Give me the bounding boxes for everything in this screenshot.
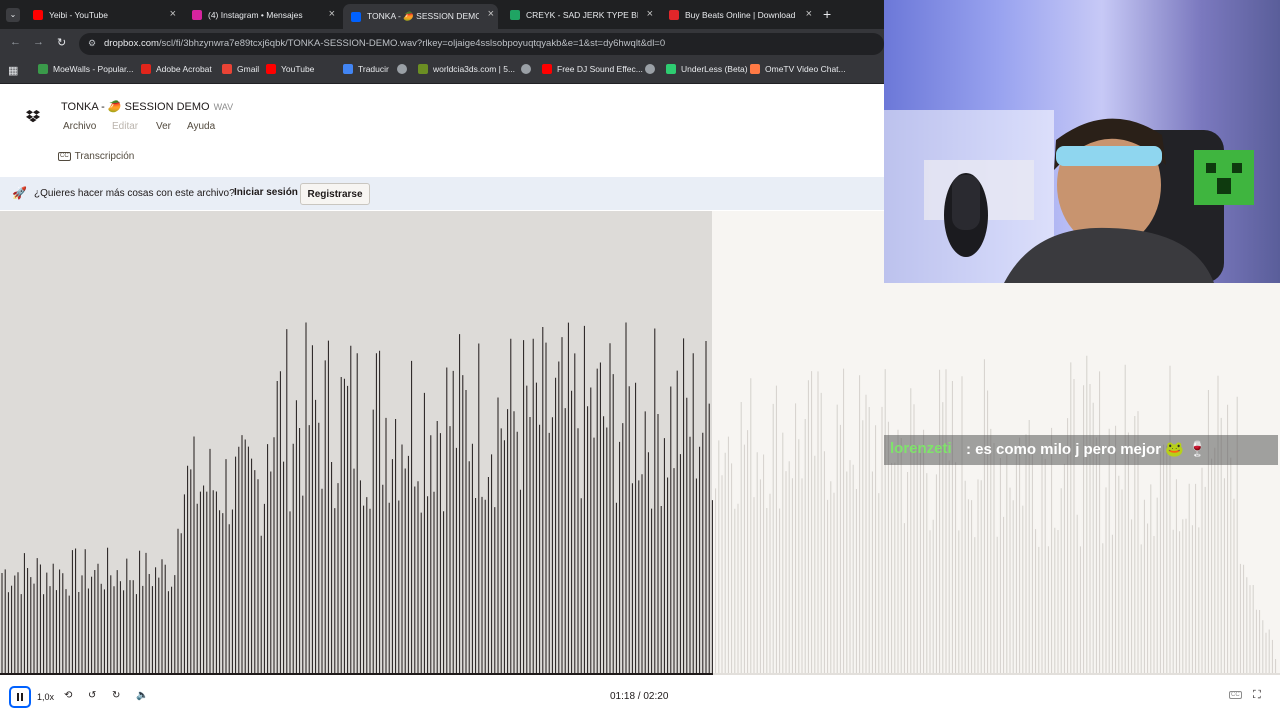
volume-icon[interactable]: 🔈 xyxy=(136,690,148,701)
browser-tab[interactable]: TONKA - 🥭 SESSION DEMO × xyxy=(343,4,498,29)
underless-icon xyxy=(666,64,676,74)
close-tab-icon[interactable]: × xyxy=(170,8,176,20)
ometv-icon xyxy=(750,64,760,74)
file-title: TONKA - 🥭 SESSION DEMO WAV xyxy=(61,101,234,113)
webcam-overlay xyxy=(884,0,1280,283)
bookmark-item[interactable]: MoeWalls - Popular... xyxy=(38,64,133,74)
forward-icon[interactable]: → xyxy=(33,36,44,48)
signin-banner: 🚀 ¿Quieres hacer más cosas con este arch… xyxy=(0,177,884,210)
rocket-icon: 🚀 xyxy=(12,186,27,200)
playback-progress-fill xyxy=(0,673,713,675)
bookmark-item[interactable]: Adobe Acrobat xyxy=(141,64,212,74)
bookmark-item[interactable]: UnderLess (Beta) xyxy=(666,64,748,74)
menu-ayuda[interactable]: Ayuda xyxy=(187,121,215,132)
rewind-10-icon[interactable]: ↺ xyxy=(88,690,96,701)
browser-tab[interactable]: (4) Instagram • Mensajes × xyxy=(184,4,339,26)
bookmark-label: Traducir xyxy=(358,64,389,74)
bookmark-label: Free DJ Sound Effec... xyxy=(557,64,643,74)
bookmark-item[interactable]: YouTube xyxy=(266,64,314,74)
bookmark-item[interactable] xyxy=(521,64,536,74)
banner-text: ¿Quieres hacer más cosas con este archiv… xyxy=(34,188,235,199)
bookmark-item[interactable]: Traducir xyxy=(343,64,389,74)
browser-tab-title: Yeibi - YouTube xyxy=(49,10,108,20)
bookmarks-bar: ▦ MoeWalls - Popular... Adobe Acrobat Gmai… xyxy=(0,59,884,84)
bookmark-item[interactable]: Free DJ Sound Effec... xyxy=(542,64,643,74)
site-icon xyxy=(418,64,428,74)
playback-speed-button[interactable]: 1,0x xyxy=(37,692,54,702)
reload-icon[interactable]: ↻ xyxy=(57,36,66,49)
close-tab-icon[interactable]: × xyxy=(647,8,653,20)
address-bar[interactable]: ⚙ dropbox.com/scl/fi/3bhzynwra7e89tcxj6q… xyxy=(79,33,884,55)
file-extension: WAV xyxy=(213,102,234,112)
menu-ver[interactable]: Ver xyxy=(156,121,171,132)
fullscreen-icon[interactable]: ⛶ xyxy=(1253,689,1261,702)
browser-tab-strip: ⌄ Yeibi - YouTube × (4) Instagram • Mensaj… xyxy=(0,0,884,29)
playback-progress-bar[interactable] xyxy=(0,673,1280,675)
player-controls: 1,0x ⟲ ↺ ↻ 🔈 01:18 / 02:20 CC ⛶ xyxy=(0,676,1280,720)
browser-tab-title: TONKA - 🥭 SESSION DEMO xyxy=(367,11,479,21)
close-tab-icon[interactable]: × xyxy=(488,8,494,20)
browser-tab-title: (4) Instagram • Mensajes xyxy=(208,10,303,20)
dropbox-logo-icon[interactable] xyxy=(26,110,40,126)
google-drive-icon xyxy=(510,10,520,20)
chat-message-text: : es como milo j pero mejor 🐸 🍷 xyxy=(966,441,1207,458)
bookmark-label: UnderLess (Beta) xyxy=(681,64,748,74)
instagram-icon xyxy=(192,10,202,20)
captions-toggle-icon[interactable]: CC xyxy=(1229,691,1242,699)
bookmark-label: worldcia3ds.com | 5... xyxy=(433,64,516,74)
transcription-button[interactable]: CC Transcripción xyxy=(58,151,134,162)
bookmark-label: Adobe Acrobat xyxy=(156,64,212,74)
bookmark-label: OmeTV Video Chat... xyxy=(765,64,846,74)
captions-icon: CC xyxy=(58,152,71,161)
bookmark-item[interactable]: OmeTV Video Chat... xyxy=(750,64,846,74)
new-tab-button[interactable]: + xyxy=(823,6,831,22)
streamer-webcam-image xyxy=(884,110,1254,283)
globe-icon xyxy=(397,64,407,74)
browser-tab[interactable]: Buy Beats Online | Download Be × xyxy=(661,4,816,26)
menu-archivo[interactable]: Archivo xyxy=(63,121,96,132)
bookmark-item[interactable]: Gmail xyxy=(222,64,259,74)
site-info-icon[interactable]: ⚙ xyxy=(88,38,96,49)
bookmark-label: YouTube xyxy=(281,64,315,74)
transcription-label: Transcripción xyxy=(74,151,135,162)
youtube-icon xyxy=(33,10,43,20)
back-icon[interactable]: ← xyxy=(10,36,21,48)
globe-icon xyxy=(645,64,655,74)
youtube-icon xyxy=(542,64,552,74)
tab-search-button[interactable]: ⌄ xyxy=(6,8,20,22)
bookmark-item[interactable] xyxy=(397,64,412,74)
browser-tab[interactable]: Yeibi - YouTube × xyxy=(25,4,180,26)
gmail-icon xyxy=(222,64,232,74)
pause-icon xyxy=(17,693,23,701)
bookmark-item[interactable] xyxy=(645,64,660,74)
time-display: 01:18 / 02:20 xyxy=(610,691,669,702)
loop-icon[interactable]: ⟲ xyxy=(64,690,72,701)
browser-toolbar: ← → ↻ ⚙ dropbox.com/scl/fi/3bhzynwra7e89… xyxy=(0,29,884,59)
bookmark-item[interactable]: worldcia3ds.com | 5... xyxy=(418,64,515,74)
browser-tab-title: CREYK - SAD JERK TYPE BEAT - xyxy=(526,10,638,20)
url-text: dropbox.com/scl/fi/3bhzynwra7e89tcxj6qbk… xyxy=(104,38,666,49)
dropbox-icon xyxy=(351,11,361,22)
youtube-icon xyxy=(266,64,276,74)
beatstars-icon xyxy=(669,10,679,20)
stream-chat-message: lorenzeti : es como milo j pero mejor 🐸 … xyxy=(884,435,1278,465)
pause-button[interactable] xyxy=(9,686,31,708)
browser-tab-title: Buy Beats Online | Download Be xyxy=(685,10,797,20)
close-tab-icon[interactable]: × xyxy=(329,8,335,20)
moewalls-icon xyxy=(38,64,48,74)
menu-editar[interactable]: Editar xyxy=(112,121,138,132)
signup-button[interactable]: Registrarse xyxy=(300,183,370,205)
chat-username: lorenzeti xyxy=(890,440,952,457)
globe-icon xyxy=(521,64,531,74)
apps-icon[interactable]: ▦ xyxy=(8,64,18,77)
bookmark-label: Gmail xyxy=(237,64,260,74)
browser-tab[interactable]: CREYK - SAD JERK TYPE BEAT - × xyxy=(502,4,657,26)
bookmark-label: MoeWalls - Popular... xyxy=(53,64,134,74)
forward-10-icon[interactable]: ↻ xyxy=(112,690,120,701)
acrobat-icon xyxy=(141,64,151,74)
close-tab-icon[interactable]: × xyxy=(806,8,812,20)
login-link[interactable]: Iniciar sesión xyxy=(234,187,298,198)
translate-icon xyxy=(343,64,353,74)
